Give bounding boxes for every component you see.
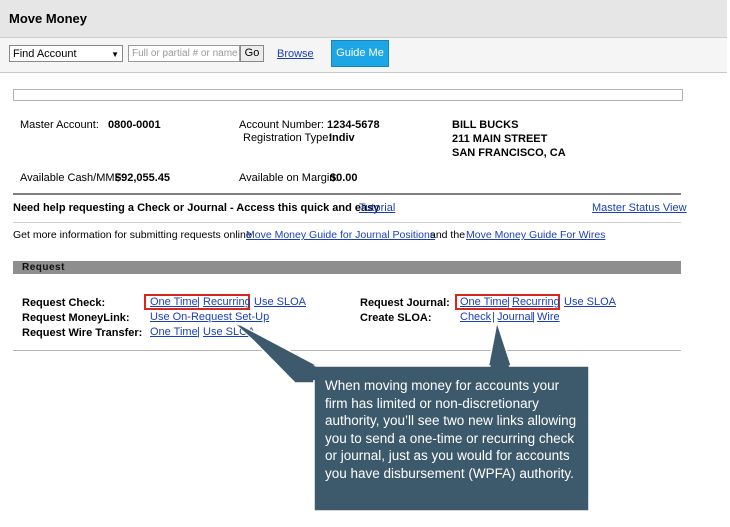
client-name: BILL BUCKS xyxy=(452,119,519,131)
tutorial-link[interactable]: Tutorial xyxy=(359,202,395,214)
wire-one-time-link[interactable]: One Time xyxy=(150,326,198,338)
wire-use-sloa-link[interactable]: Use SLOA xyxy=(203,326,255,338)
available-cash-value: $92,055.45 xyxy=(115,172,171,184)
client-street: 211 MAIN STREET xyxy=(452,133,548,145)
help-text: Need help requesting a Check or Journal … xyxy=(13,202,380,214)
info-and-text: and the xyxy=(430,229,466,241)
info-text: Get more information for submitting requ… xyxy=(13,229,252,241)
account-number-value: 1234-5678 xyxy=(327,119,380,131)
journal-one-time-link[interactable]: One Time xyxy=(460,296,508,308)
journal-use-sloa-link[interactable]: Use SLOA xyxy=(564,296,616,308)
sloa-wire-link[interactable]: Wire xyxy=(537,311,560,323)
journal-recurring-link[interactable]: Recurring xyxy=(512,296,560,308)
request-wire-label: Request Wire Transfer: xyxy=(22,327,143,339)
available-cash-label: Available Cash/MMF: xyxy=(20,172,125,184)
available-margin-label: Available on Margin: xyxy=(239,172,339,184)
browse-link[interactable]: Browse xyxy=(277,48,314,60)
sloa-check-link[interactable]: Check xyxy=(460,311,491,323)
divider xyxy=(13,350,681,351)
client-city: SAN FRANCISCO, CA xyxy=(452,147,566,159)
link-separator: | xyxy=(507,296,510,308)
find-account-select[interactable]: Find Account ▼ xyxy=(9,45,123,62)
master-status-view-link[interactable]: Master Status View xyxy=(592,202,687,214)
link-separator: | xyxy=(532,311,535,323)
check-use-sloa-link[interactable]: Use SLOA xyxy=(254,296,306,308)
guide-wires-link[interactable]: Move Money Guide For Wires xyxy=(466,229,605,241)
link-separator: | xyxy=(197,296,200,308)
available-margin-value: $0.00 xyxy=(330,172,358,184)
create-sloa-label: Create SLOA: xyxy=(360,312,432,324)
divider xyxy=(13,193,681,195)
request-section-header xyxy=(13,261,681,274)
request-journal-label: Request Journal: xyxy=(360,297,450,309)
guide-journal-positions-link[interactable]: Move Money Guide for Journal Positions xyxy=(246,229,435,241)
master-account-value: 0800-0001 xyxy=(108,119,161,131)
request-section-title: Request xyxy=(22,262,65,273)
account-number-label: Account Number: xyxy=(239,119,324,131)
account-info-field xyxy=(13,89,683,101)
request-check-label: Request Check: xyxy=(22,297,106,309)
callout-text: When moving money for accounts your firm… xyxy=(325,378,577,481)
request-moneylink-label: Request MoneyLink: xyxy=(22,312,130,324)
title-bar xyxy=(0,0,727,38)
check-recurring-link[interactable]: Recurring xyxy=(203,296,251,308)
registration-type-value: Indiv xyxy=(329,132,355,144)
check-one-time-link[interactable]: One Time xyxy=(150,296,198,308)
page-title: Move Money xyxy=(9,11,88,26)
master-account-label: Master Account: xyxy=(20,119,99,131)
guide-me-button[interactable]: Guide Me xyxy=(331,40,389,67)
registration-type-label: Registration Type: xyxy=(243,132,332,144)
dropdown-arrow-icon: ▼ xyxy=(111,50,119,59)
sloa-journal-link[interactable]: Journal xyxy=(497,311,533,323)
moneylink-setup-link[interactable]: Use On-Request Set-Up xyxy=(150,311,269,323)
account-search-input[interactable]: Full or partial # or name xyxy=(128,45,240,62)
divider xyxy=(13,222,681,223)
link-separator: | xyxy=(197,326,200,338)
find-account-select-value: Find Account xyxy=(13,48,77,60)
go-button[interactable]: Go xyxy=(240,45,264,62)
link-separator: | xyxy=(492,311,495,323)
